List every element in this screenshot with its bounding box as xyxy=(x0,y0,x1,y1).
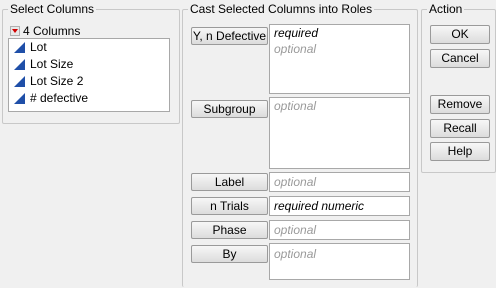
label-role-button[interactable]: Label xyxy=(191,173,268,191)
column-name: Lot xyxy=(30,40,47,54)
column-name: # defective xyxy=(30,91,89,105)
role-optional-text: optional xyxy=(274,247,317,261)
role-required-text: required numeric xyxy=(274,199,365,213)
red-triangle-menu-icon[interactable] xyxy=(10,26,20,36)
by-role-box[interactable]: optional xyxy=(269,243,410,280)
phase-role-box[interactable]: optional xyxy=(269,220,410,240)
label-role-box[interactable]: optional xyxy=(269,172,410,192)
subgroup-role-button[interactable]: Subgroup xyxy=(191,100,268,118)
column-name: Lot Size xyxy=(30,57,74,71)
column-list[interactable]: Lot Lot Size Lot Size 2 # defective xyxy=(8,38,170,112)
select-columns-title: Select Columns xyxy=(8,2,97,16)
role-optional-text: optional xyxy=(274,223,317,237)
role-optional-text: optional xyxy=(274,99,317,113)
column-name: Lot Size 2 xyxy=(30,74,84,88)
by-role-button[interactable]: By xyxy=(191,245,268,263)
remove-button[interactable]: Remove xyxy=(430,95,490,114)
column-count-header[interactable]: 4 Columns xyxy=(10,24,80,38)
recall-button[interactable]: Recall xyxy=(430,119,490,138)
column-list-item[interactable]: Lot xyxy=(9,39,169,56)
y-n-defective-role-button[interactable]: Y, n Defective xyxy=(191,27,268,45)
continuous-icon xyxy=(14,59,25,70)
role-optional-text: optional xyxy=(274,175,317,189)
cast-roles-title: Cast Selected Columns into Roles xyxy=(188,2,375,16)
continuous-icon xyxy=(14,42,25,53)
cancel-button[interactable]: Cancel xyxy=(430,49,490,68)
role-optional-text: optional xyxy=(274,42,317,56)
phase-role-button[interactable]: Phase xyxy=(191,221,268,239)
subgroup-role-box[interactable]: optional xyxy=(269,97,410,169)
ok-button[interactable]: OK xyxy=(430,25,490,44)
action-title: Action xyxy=(427,2,465,16)
column-count-label: 4 Columns xyxy=(23,24,81,38)
column-list-item[interactable]: Lot Size 2 xyxy=(9,73,169,90)
role-required-text: required xyxy=(274,26,319,40)
column-list-item[interactable]: Lot Size xyxy=(9,56,169,73)
y-n-defective-role-box[interactable]: required optional xyxy=(269,24,410,94)
continuous-icon xyxy=(14,76,25,87)
column-list-item[interactable]: # defective xyxy=(9,90,169,107)
help-button[interactable]: Help xyxy=(430,142,490,161)
n-trials-role-box[interactable]: required numeric xyxy=(269,196,410,216)
continuous-icon xyxy=(14,93,25,104)
n-trials-role-button[interactable]: n Trials xyxy=(191,197,268,215)
